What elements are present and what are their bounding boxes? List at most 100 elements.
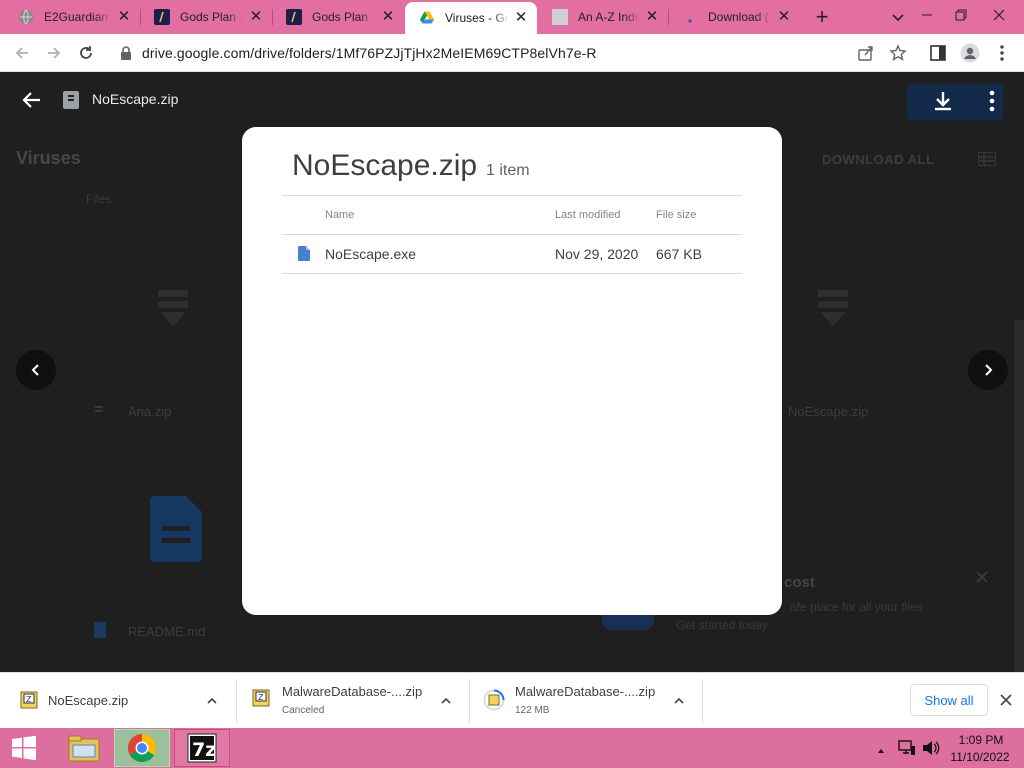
chrome-taskbar-icon[interactable]	[114, 729, 170, 767]
gods-plan-favicon	[154, 9, 170, 25]
tab-title: Gods Plan -	[180, 10, 244, 24]
column-header-size: File size	[656, 209, 697, 221]
chevron-up-icon[interactable]	[204, 693, 220, 709]
back-arrow-icon[interactable]	[10, 41, 34, 65]
archive-download-icon: Z	[252, 689, 270, 707]
close-tab-icon[interactable]: ✕	[248, 9, 264, 25]
restore-window-button[interactable]	[944, 0, 978, 30]
download-status: Canceled	[282, 705, 325, 716]
divider	[282, 273, 742, 274]
zip-file-thumbnail-icon	[156, 288, 190, 335]
loading-dot-icon	[682, 9, 698, 25]
tab-gods-plan-1[interactable]: Gods Plan - ✕	[140, 0, 272, 34]
document-small-icon	[94, 622, 106, 643]
list-view-icon[interactable]	[977, 151, 997, 171]
zip-contents-dialog: NoEscape.zip 1 item Name Last modified F…	[242, 127, 782, 615]
browser-tab-strip: E2Guardian ✕ Gods Plan - ✕ Gods Plan - ✕…	[0, 0, 1024, 34]
svg-text:Z: Z	[26, 695, 32, 704]
tab-download[interactable]: Download ( ✕	[668, 0, 800, 34]
lock-icon[interactable]	[120, 46, 132, 65]
file-size: 667 KB	[656, 246, 702, 262]
zip-small-icon	[94, 404, 104, 423]
document-thumbnail-icon	[150, 496, 202, 567]
taskbar-clock-date[interactable]: 11/10/2022	[950, 750, 1010, 764]
close-shelf-icon[interactable]	[998, 692, 1014, 708]
tab-title: Download (	[708, 10, 769, 24]
download-filename: MalwareDatabase-....zip	[282, 684, 423, 699]
zip-file-thumbnail-icon	[816, 288, 850, 335]
files-section-label: Files	[86, 192, 112, 206]
windows-start-button[interactable]	[0, 728, 48, 768]
url-text[interactable]: drive.google.com/drive/folders/1Mf76PZJj…	[142, 45, 597, 61]
next-file-button[interactable]	[968, 350, 1008, 390]
close-window-button[interactable]	[982, 0, 1016, 30]
scrollbar[interactable]	[1014, 320, 1024, 672]
file-name[interactable]: NoEscape.exe	[325, 246, 416, 262]
tab-title: An A-Z Inde	[578, 10, 640, 24]
google-drive-icon	[419, 10, 435, 26]
file-modified-date: Nov 29, 2020	[555, 246, 639, 262]
bookmark-star-icon[interactable]	[886, 41, 910, 65]
download-item[interactable]: Z MalwareDatabase-....zip Canceled	[236, 673, 469, 729]
column-header-name: Name	[325, 209, 355, 221]
close-tab-icon[interactable]: ✕	[513, 10, 529, 26]
download-item[interactable]: Z NoEscape.zip	[0, 673, 236, 729]
more-options-icon[interactable]	[982, 88, 1002, 114]
svg-text:Z: Z	[258, 693, 264, 702]
download-item[interactable]: MalwareDatabase-....zip 122 MB	[469, 673, 702, 729]
browser-toolbar: drive.google.com/drive/folders/1Mf76PZJj…	[0, 34, 1024, 72]
document-icon	[298, 246, 310, 266]
table-row[interactable]: NoEscape.exe Nov 29, 2020 667 KB	[282, 235, 742, 273]
download-filename: MalwareDatabase-....zip	[515, 684, 656, 699]
archive-download-icon: Z	[20, 691, 38, 709]
chevron-up-icon[interactable]	[671, 693, 687, 709]
close-tab-icon[interactable]: ✕	[776, 9, 792, 25]
file-explorer-taskbar-icon[interactable]	[56, 729, 112, 767]
downloads-shelf: Z NoEscape.zip Z MalwareDatabase-....zip…	[0, 672, 1024, 728]
tab-viruses-drive[interactable]: Viruses - Go ✕	[405, 2, 537, 34]
browser-menu-icon[interactable]	[990, 41, 1014, 65]
blank-page-icon	[552, 9, 568, 25]
file-name[interactable]: NoEscape.zip	[788, 404, 868, 419]
download-all-button[interactable]: DOWNLOAD ALL	[822, 152, 934, 167]
show-hidden-icons-chevron-icon[interactable]	[876, 743, 886, 761]
forward-arrow-icon[interactable]	[42, 41, 66, 65]
back-arrow-icon[interactable]	[20, 88, 44, 112]
tab-e2guardian[interactable]: E2Guardian ✕	[4, 0, 140, 34]
network-icon[interactable]	[898, 740, 916, 761]
column-header-modified: Last modified	[555, 209, 621, 221]
download-icon[interactable]	[930, 88, 956, 114]
address-bar[interactable]: drive.google.com/drive/folders/1Mf76PZJj…	[110, 38, 918, 68]
close-tab-icon[interactable]: ✕	[116, 9, 132, 25]
share-icon[interactable]	[854, 41, 878, 65]
profile-avatar-icon[interactable]	[958, 41, 982, 65]
show-all-downloads-button[interactable]: Show all	[910, 684, 988, 716]
svg-text:7z: 7z	[192, 739, 216, 761]
tab-a-z-index[interactable]: An A-Z Inde ✕	[538, 0, 668, 34]
download-status: 122 MB	[515, 705, 550, 716]
taskbar-clock-time[interactable]: 1:09 PM	[954, 733, 1008, 747]
file-name[interactable]: README.md	[128, 624, 205, 639]
new-tab-button[interactable]: +	[810, 5, 834, 29]
file-name[interactable]: Ana.zip	[128, 404, 171, 419]
close-tab-icon[interactable]: ✕	[380, 9, 396, 25]
minimize-window-button[interactable]	[910, 0, 944, 30]
archive-file-icon	[62, 90, 80, 110]
volume-icon[interactable]	[922, 740, 940, 761]
tab-gods-plan-2[interactable]: Gods Plan - ✕	[272, 0, 404, 34]
promo-link[interactable]: Get started today	[676, 618, 768, 632]
item-count: 1 item	[486, 162, 530, 179]
folder-title: Viruses	[16, 148, 81, 168]
chevron-up-icon[interactable]	[438, 693, 454, 709]
close-tab-icon[interactable]: ✕	[644, 9, 660, 25]
7zip-taskbar-icon[interactable]: 7z	[174, 729, 230, 767]
side-panel-icon[interactable]	[926, 41, 950, 65]
tab-title: Gods Plan -	[312, 10, 376, 24]
reload-icon[interactable]	[74, 41, 98, 65]
windows-taskbar: 7z 1:09 PM 11/10/2022	[0, 728, 1024, 768]
close-promo-icon[interactable]	[976, 570, 988, 588]
viewer-filename: NoEscape.zip	[92, 91, 179, 107]
promo-title: cost	[784, 574, 815, 591]
previous-file-button[interactable]	[16, 350, 56, 390]
tab-search-chevron-icon[interactable]	[888, 7, 908, 27]
